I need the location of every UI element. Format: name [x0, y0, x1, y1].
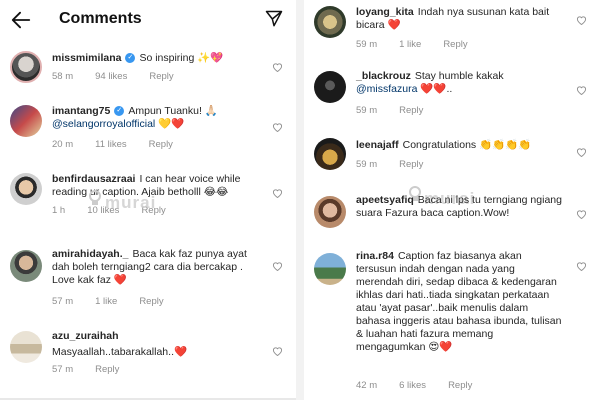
comment-item: imantang75 ✓ Ampun Tuanku! 🙏🏻 @selangorroy…	[0, 103, 296, 155]
comment-item: leenajaff Congratulations 👏👏👏👏 59 m Reply	[304, 136, 600, 176]
comment-likes[interactable]: 1 like	[399, 39, 421, 50]
comment-text: Ampun Tuanku! 🙏🏻	[128, 105, 218, 117]
comment-username[interactable]: imantang75	[52, 105, 110, 117]
heart-icon[interactable]	[272, 346, 283, 356]
comment-text: Masyaallah..tabarakallah..❤️	[52, 346, 188, 358]
comment-text: Stay humble kakak	[414, 70, 504, 82]
comment-time: 59 m	[356, 39, 378, 50]
comments-panel-left: Comments missmimilana ✓ So inspiring ✨💖 58…	[0, 0, 296, 400]
reply-link[interactable]: Reply	[139, 296, 163, 307]
reply-link[interactable]: Reply	[443, 39, 467, 50]
comment-username[interactable]: apeetsyafiq	[356, 194, 414, 206]
reply-link[interactable]: Reply	[95, 364, 119, 375]
watermark-bulb-icon	[89, 190, 101, 205]
comment-time: 58 m	[52, 71, 74, 82]
comment-username[interactable]: benfirdausazraai	[52, 173, 135, 185]
panel-divider	[296, 0, 304, 400]
avatar[interactable]	[314, 196, 346, 228]
comment-time: 20 m	[52, 139, 74, 150]
comment-text: Congratulations 👏👏👏👏	[402, 139, 532, 151]
comments-panel-right: loyang_kita Indah nya susunan kata bait b…	[304, 0, 600, 400]
comment-likes[interactable]: 1 like	[95, 296, 117, 307]
reply-link[interactable]: Reply	[448, 380, 472, 391]
comment-item: apeetsyafiq Baca ni lps tu terngiang ngia…	[304, 192, 600, 248]
heart-icon[interactable]	[576, 147, 587, 157]
comment-time: 57 m	[52, 296, 74, 307]
reply-link[interactable]: Reply	[399, 105, 423, 116]
verified-badge-icon: ✓	[125, 53, 136, 64]
comment-text-emoji: ❤️❤️..	[417, 83, 453, 95]
send-icon[interactable]	[264, 9, 284, 29]
avatar[interactable]	[314, 6, 346, 38]
comment-item: loyang_kita Indah nya susunan kata bait b…	[304, 2, 600, 52]
avatar[interactable]	[314, 71, 346, 103]
comment-item: amirahidayah._ Baca kak faz punya ayat da…	[0, 246, 296, 312]
comment-username[interactable]: azu_zuraihah	[52, 330, 256, 343]
comment-username[interactable]: loyang_kita	[356, 6, 414, 18]
mention-link[interactable]: @missfazura	[356, 83, 417, 95]
back-arrow-icon[interactable]	[10, 9, 32, 31]
heart-icon[interactable]	[576, 261, 587, 271]
verified-badge-icon: ✓	[114, 106, 125, 117]
comment-time: 57 m	[52, 364, 74, 375]
page-title: Comments	[59, 10, 142, 27]
comment-item: missmimilana ✓ So inspiring ✨💖 58 m 94 like…	[0, 48, 296, 92]
watermark-text: murai	[105, 193, 157, 212]
reply-link[interactable]: Reply	[149, 71, 173, 82]
avatar[interactable]	[314, 253, 346, 285]
comment-time: 59 m	[356, 105, 378, 116]
comment-text-emoji: 💛❤️	[155, 118, 185, 130]
avatar[interactable]	[10, 173, 42, 205]
comment-username[interactable]: _blackrouz	[356, 70, 411, 82]
comment-text: So inspiring ✨💖	[139, 52, 224, 64]
comment-time: 42 m	[356, 380, 378, 391]
comment-item: azu_zuraihah Masyaallah..tabarakallah..❤…	[0, 328, 296, 378]
comment-item: rina.r84 Caption faz biasanya akan tersus…	[304, 248, 600, 398]
heart-icon[interactable]	[576, 209, 587, 219]
avatar[interactable]	[314, 138, 346, 170]
reply-link[interactable]: Reply	[399, 159, 423, 170]
comment-item: _blackrouz Stay humble kakak @missfazura …	[304, 68, 600, 120]
avatar[interactable]	[10, 250, 42, 282]
reply-link[interactable]: Reply	[149, 139, 173, 150]
heart-icon[interactable]	[576, 85, 587, 95]
comment-username[interactable]: rina.r84	[356, 250, 394, 262]
comment-username[interactable]: amirahidayah._	[52, 248, 128, 260]
comment-likes[interactable]: 94 likes	[95, 71, 127, 82]
avatar[interactable]	[10, 331, 42, 363]
mention-link[interactable]: @selangorroyalofficial	[52, 118, 155, 130]
header: Comments	[0, 0, 296, 40]
heart-icon[interactable]	[272, 122, 283, 132]
comment-username[interactable]: missmimilana	[52, 52, 121, 64]
heart-icon[interactable]	[576, 15, 587, 25]
comment-time: 59 m	[356, 159, 378, 170]
avatar[interactable]	[10, 51, 42, 83]
comment-likes[interactable]: 6 likes	[399, 380, 426, 391]
heart-icon[interactable]	[272, 261, 283, 271]
heart-icon[interactable]	[272, 62, 283, 72]
comment-likes[interactable]: 11 likes	[95, 139, 127, 150]
avatar[interactable]	[10, 105, 42, 137]
comment-text: Caption faz biasanya akan tersusun indah…	[356, 250, 562, 353]
heart-icon[interactable]	[272, 188, 283, 198]
comment-username[interactable]: leenajaff	[356, 139, 399, 151]
comment-time: 1 h	[52, 205, 66, 216]
